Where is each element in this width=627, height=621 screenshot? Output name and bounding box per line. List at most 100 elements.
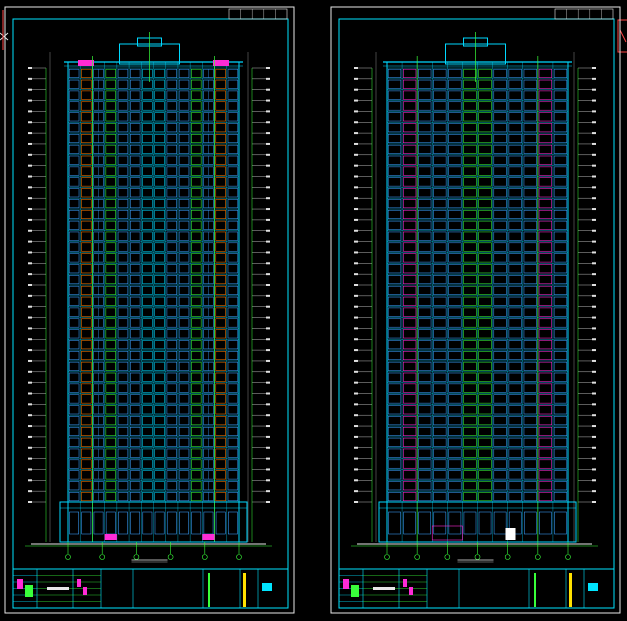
level-mark [28, 110, 32, 113]
level-mark [28, 446, 32, 449]
title-block-strip [534, 573, 536, 607]
level-mark [354, 67, 358, 69]
level-mark [266, 121, 270, 124]
level-mark [28, 457, 32, 460]
level-mark [266, 88, 270, 91]
level-mark [354, 490, 358, 493]
level-mark [266, 240, 270, 243]
level-mark [354, 284, 358, 286]
title-block-box [262, 583, 272, 591]
entrance-accent [104, 534, 117, 540]
level-mark [266, 338, 270, 341]
level-mark [592, 468, 596, 471]
level-mark [592, 121, 596, 124]
level-mark [592, 446, 596, 449]
title-block-strip [208, 573, 210, 607]
level-mark [354, 121, 358, 124]
level-mark [354, 338, 358, 341]
level-mark [354, 392, 358, 395]
cad-drawing-canvas[interactable] [0, 0, 627, 621]
level-mark [266, 349, 270, 352]
level-mark [354, 88, 358, 91]
level-mark [354, 251, 358, 254]
level-mark [266, 132, 270, 135]
level-mark [592, 142, 596, 145]
level-mark [28, 88, 32, 91]
level-mark [266, 273, 270, 276]
level-mark [28, 381, 32, 384]
level-mark [28, 392, 32, 395]
level-mark [266, 229, 270, 232]
level-mark [592, 88, 596, 91]
level-mark [28, 479, 32, 482]
level-mark [592, 99, 596, 102]
level-mark [28, 305, 32, 308]
level-mark [592, 316, 596, 319]
level-mark [354, 403, 358, 406]
level-mark [266, 164, 270, 167]
title-block-logo [351, 585, 359, 597]
level-mark [266, 110, 270, 113]
title-block-text [47, 587, 69, 590]
level-mark [28, 132, 32, 135]
level-mark [592, 501, 596, 503]
title-block-strip [243, 573, 246, 607]
level-mark [266, 490, 270, 493]
level-mark [266, 359, 270, 362]
level-mark [266, 262, 270, 265]
level-mark [266, 305, 270, 308]
level-mark [592, 186, 596, 189]
title-block-stamp [77, 579, 81, 587]
level-mark [28, 273, 32, 276]
level-mark [354, 273, 358, 276]
level-mark [28, 67, 32, 69]
level-mark [28, 338, 32, 341]
level-mark [592, 251, 596, 254]
title-block-box [588, 583, 598, 591]
level-mark [266, 251, 270, 254]
level-mark [28, 77, 32, 80]
level-mark [354, 175, 358, 178]
level-mark [354, 294, 358, 297]
title-block-stamp [409, 587, 413, 595]
level-mark [592, 370, 596, 373]
level-mark [28, 229, 32, 232]
level-mark [28, 316, 32, 319]
level-mark [28, 501, 32, 503]
level-mark [266, 284, 270, 286]
level-mark [592, 110, 596, 113]
level-mark [28, 435, 32, 438]
level-mark [28, 99, 32, 102]
level-mark [266, 381, 270, 384]
level-mark [266, 403, 270, 406]
level-mark [354, 501, 358, 503]
level-mark [592, 218, 596, 221]
level-mark [354, 359, 358, 362]
level-mark [354, 218, 358, 221]
level-mark [354, 208, 358, 211]
level-mark [592, 240, 596, 243]
cad-viewport[interactable] [0, 0, 627, 621]
entrance-door [505, 528, 516, 540]
level-mark [592, 132, 596, 135]
level-mark [354, 132, 358, 135]
level-mark [28, 175, 32, 178]
level-mark [266, 479, 270, 482]
level-mark [28, 349, 32, 352]
level-mark [592, 273, 596, 276]
level-mark [266, 218, 270, 221]
title-block-logo [343, 579, 349, 589]
level-mark [592, 208, 596, 211]
level-mark [28, 164, 32, 167]
level-mark [354, 164, 358, 167]
level-mark [592, 327, 596, 330]
level-mark [266, 99, 270, 102]
level-mark [28, 262, 32, 265]
title-block-logo [25, 585, 33, 597]
level-mark [592, 262, 596, 265]
level-mark [28, 425, 32, 428]
level-mark [266, 294, 270, 297]
level-mark [354, 197, 358, 200]
level-mark [592, 229, 596, 232]
level-mark [354, 77, 358, 80]
